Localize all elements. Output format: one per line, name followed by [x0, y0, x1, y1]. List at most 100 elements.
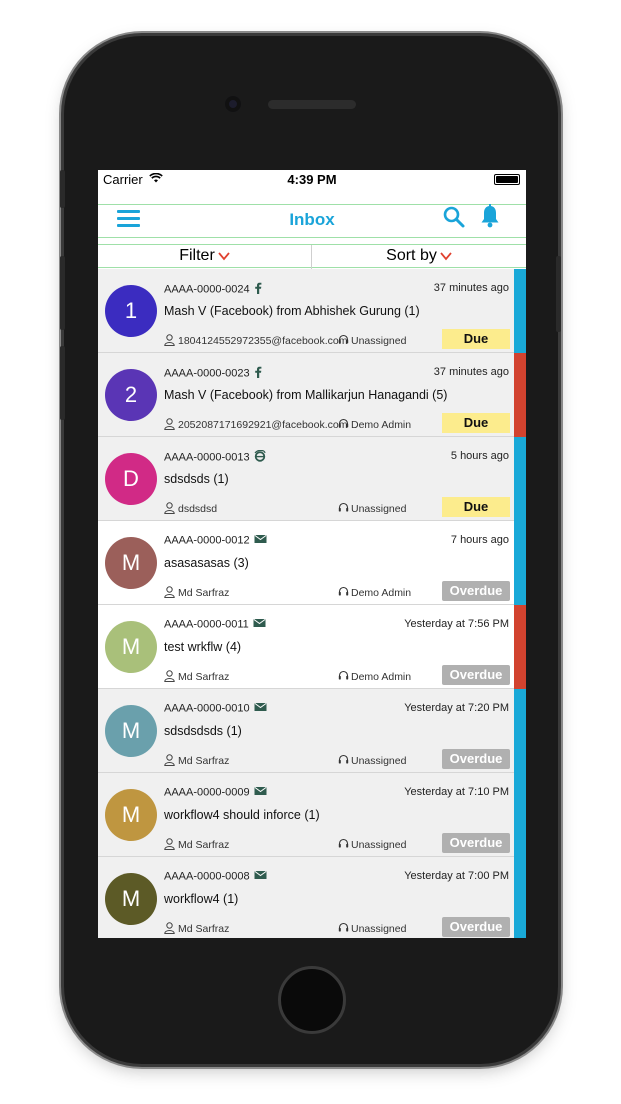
facebook-icon: [254, 282, 262, 297]
avatar: 2: [105, 369, 157, 421]
ticket-contact: Md Sarfraz: [164, 838, 229, 851]
ticket-time: Yesterday at 7:00 PM: [404, 870, 509, 882]
volume-down-button: [60, 346, 65, 420]
ticket-time: 5 hours ago: [450, 450, 509, 462]
sort-button[interactable]: Sort by: [312, 245, 526, 269]
ticket-assignee: Unassigned: [338, 502, 406, 515]
status-badge: Overdue: [442, 665, 510, 685]
filter-sort-bar: Filter Sort by: [98, 244, 526, 269]
email-icon: [254, 870, 267, 883]
chevron-down-icon: [218, 252, 230, 261]
ticket-id: AAAA-0000-0010: [164, 702, 267, 715]
ticket-row[interactable]: M AAAA-0000-0012 7 hours ago asasasasas …: [98, 521, 526, 605]
ticket-assignee: Unassigned: [338, 922, 406, 935]
home-button[interactable]: [278, 966, 346, 1034]
sort-label: Sort by: [386, 247, 437, 264]
power-button: [556, 256, 561, 332]
ticket-row[interactable]: 1 AAAA-0000-0024 37 minutes ago Mash V (…: [98, 269, 526, 366]
ticket-subject: test wrkflw (4): [164, 640, 242, 654]
ticket-row[interactable]: M AAAA-0000-0009 Yesterday at 7:10 PM wo…: [98, 773, 526, 857]
status-badge: Due Today: [442, 329, 510, 366]
ticket-assignee: Unassigned: [338, 754, 406, 767]
status-badge: Due Today: [442, 497, 510, 534]
ticket-id: AAAA-0000-0008: [164, 870, 267, 883]
email-icon: [254, 702, 267, 715]
email-icon: [254, 786, 267, 799]
person-icon: [164, 838, 175, 850]
status-bar: Carrier 4:39 PM: [98, 170, 526, 190]
ticket-subject: sdsdsdsds (1): [164, 724, 242, 738]
ticket-id: AAAA-0000-0013: [164, 449, 266, 465]
priority-bar: [514, 269, 526, 353]
volume-up-button: [60, 256, 65, 330]
ticket-time: 37 minutes ago: [433, 282, 509, 294]
filter-button[interactable]: Filter: [98, 245, 312, 269]
avatar: M: [105, 789, 157, 841]
person-icon: [164, 418, 175, 430]
ticket-list: 1 AAAA-0000-0024 37 minutes ago Mash V (…: [98, 269, 526, 938]
ticket-assignee: Demo Admin: [338, 418, 411, 431]
ticket-assignee: Demo Admin: [338, 586, 411, 599]
nav-bar: Inbox: [98, 204, 526, 238]
priority-bar: [514, 521, 526, 605]
ticket-assignee: Demo Admin: [338, 670, 411, 683]
ticket-id: AAAA-0000-0024: [164, 282, 262, 297]
status-badge: Overdue: [442, 749, 510, 769]
app-screen: Carrier 4:39 PM Inbox Filter Sort by 1 A…: [98, 170, 526, 938]
email-icon: [253, 618, 266, 631]
ticket-row[interactable]: M AAAA-0000-0008 Yesterday at 7:00 PM wo…: [98, 857, 526, 938]
search-icon[interactable]: [442, 205, 466, 229]
status-badge: Due Today: [442, 413, 510, 450]
ticket-id: AAAA-0000-0011: [164, 618, 266, 631]
avatar: M: [105, 537, 157, 589]
ticket-assignee: Unassigned: [338, 838, 406, 851]
ticket-row[interactable]: M AAAA-0000-0010 Yesterday at 7:20 PM sd…: [98, 689, 526, 773]
headset-icon: [338, 838, 349, 848]
person-icon: [164, 586, 175, 598]
priority-bar: [514, 605, 526, 689]
ticket-row[interactable]: D AAAA-0000-0013 5 hours ago sdsdsds (1)…: [98, 437, 526, 534]
web-icon: [254, 449, 266, 465]
priority-bar: [514, 353, 526, 437]
earpiece-speaker: [268, 100, 356, 109]
status-badge: Overdue: [442, 917, 510, 937]
email-icon: [254, 534, 267, 547]
ticket-subject: Mash V (Facebook) from Mallikarjun Hanag…: [164, 388, 448, 402]
filter-label: Filter: [179, 247, 215, 264]
clock: 4:39 PM: [287, 172, 337, 187]
avatar: 1: [105, 285, 157, 337]
person-icon: [164, 334, 175, 346]
ticket-subject: workflow4 should inforce (1): [164, 808, 320, 822]
priority-bar: [514, 857, 526, 938]
avatar: M: [105, 705, 157, 757]
ticket-time: Yesterday at 7:10 PM: [404, 786, 509, 798]
headset-icon: [338, 418, 349, 428]
ticket-row[interactable]: M AAAA-0000-0011 Yesterday at 7:56 PM te…: [98, 605, 526, 689]
person-icon: [164, 922, 175, 934]
headset-icon: [338, 502, 349, 512]
headset-icon: [338, 670, 349, 680]
ticket-contact: Md Sarfraz: [164, 754, 229, 767]
front-camera: [225, 96, 241, 112]
priority-bar: [514, 689, 526, 773]
ticket-time: Yesterday at 7:20 PM: [404, 702, 509, 714]
ticket-row[interactable]: 2 AAAA-0000-0023 37 minutes ago Mash V (…: [98, 353, 526, 450]
headset-icon: [338, 334, 349, 344]
headset-icon: [338, 586, 349, 596]
person-icon: [164, 754, 175, 766]
priority-bar: [514, 773, 526, 857]
chevron-down-icon: [440, 252, 452, 261]
ticket-time: 7 hours ago: [450, 534, 509, 546]
headset-icon: [338, 922, 349, 932]
ticket-assignee: Unassigned: [338, 334, 406, 347]
headset-icon: [338, 754, 349, 764]
ticket-contact: Md Sarfraz: [164, 586, 229, 599]
priority-bar: [514, 437, 526, 521]
facebook-icon: [254, 366, 262, 381]
avatar: D: [105, 453, 157, 505]
ticket-time: 37 minutes ago: [433, 366, 509, 378]
ticket-subject: sdsdsds (1): [164, 472, 229, 486]
bell-icon[interactable]: [479, 204, 501, 228]
battery-icon: [494, 174, 520, 185]
avatar: M: [105, 621, 157, 673]
